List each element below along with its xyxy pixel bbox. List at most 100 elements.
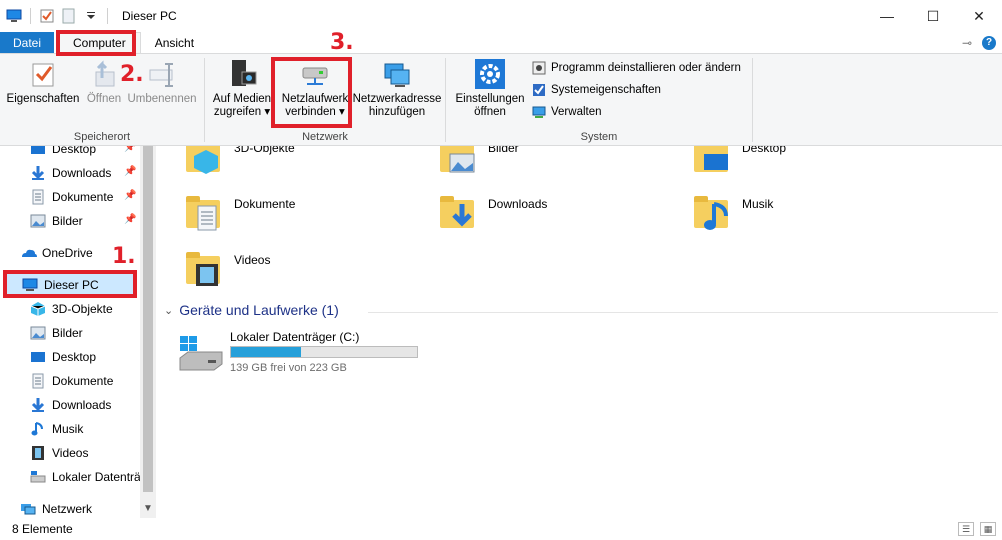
pictures-folder-icon (438, 146, 478, 176)
system-small-commands: Programm deinstallieren oder ändern Syst… (532, 60, 741, 120)
ribbon: Eigenschaften Öffnen Umbenennen Speicher… (0, 54, 1002, 146)
local-disk-icon (178, 334, 224, 374)
nav-quick-pictures[interactable]: Bilder 📌 (30, 210, 140, 232)
tab-view[interactable]: Ansicht (141, 32, 208, 53)
pin-icon[interactable]: 📌 (124, 214, 136, 225)
network-icon (20, 501, 36, 517)
nav-pc-documents[interactable]: Dokumente (30, 370, 140, 392)
nav-label: Desktop (52, 146, 97, 156)
open-button[interactable]: Öffnen (84, 58, 124, 106)
minimize-button[interactable]: — (864, 0, 910, 32)
nav-pc-downloads[interactable]: Downloads (30, 394, 140, 416)
details-view-icon[interactable]: ☰ (958, 522, 974, 536)
system-properties-label: Systemeigenschaften (551, 84, 661, 96)
open-settings-button[interactable]: Einstellungen öffnen (452, 58, 528, 119)
chevron-down-icon[interactable]: ⌄ (164, 304, 173, 317)
group-location: Eigenschaften Öffnen Umbenennen Speicher… (0, 54, 204, 146)
nav-pc-local-disk[interactable]: Lokaler Datenträ (30, 466, 140, 488)
documents-folder-icon (184, 192, 224, 232)
pin-icon[interactable]: 📌 (124, 190, 136, 201)
folder-label: Desktop (742, 146, 787, 155)
computer-icon[interactable] (6, 8, 22, 24)
customize-dropdown-icon[interactable] (83, 8, 99, 24)
uninstall-program-button[interactable]: Programm deinstallieren oder ändern (532, 60, 741, 76)
nav-scrollbar[interactable]: ▼ (140, 146, 156, 518)
network-location-icon (381, 58, 413, 90)
divider (752, 58, 753, 142)
help-icon[interactable]: ? (982, 35, 996, 50)
properties-button[interactable]: Eigenschaften (6, 58, 80, 106)
new-folder-icon[interactable] (61, 8, 77, 24)
drive-free-space: 139 GB frei von 223 GB (230, 362, 347, 374)
folder-tile[interactable]: Downloads (438, 188, 678, 236)
drive-name: Lokaler Datenträger (C:) (230, 330, 360, 344)
highlight-map-network-drive (271, 57, 352, 128)
media-access-label-line1: Auf Medien (212, 93, 272, 105)
folder-tile[interactable]: Bilder (438, 146, 678, 180)
nav-label: Downloads (52, 398, 112, 412)
open-settings-label-line2: öffnen (474, 106, 506, 118)
folder-tile[interactable]: Dokumente (184, 188, 424, 236)
pin-icon[interactable]: 📌 (124, 146, 136, 153)
folder-tile[interactable]: Musik (692, 188, 932, 236)
3d-objects-icon (30, 301, 46, 317)
3d-objects-folder-icon (184, 146, 224, 176)
properties-icon (27, 58, 59, 90)
quick-access-toolbar (0, 0, 116, 32)
step-1-marker: 1. (112, 244, 136, 269)
divider (107, 8, 108, 24)
downloads-folder-icon (438, 192, 478, 232)
folder-tile[interactable]: Videos (184, 244, 424, 292)
devices-section-header[interactable]: ⌄ Geräte und Laufwerke (1) (164, 302, 339, 318)
properties-checkmark-icon[interactable] (39, 8, 55, 24)
nav-pc-desktop[interactable]: Desktop (30, 346, 140, 368)
highlight-this-pc (3, 270, 137, 298)
nav-label: Dokumente (52, 190, 114, 204)
tab-file[interactable]: Datei (0, 32, 55, 53)
close-button[interactable]: ✕ (956, 0, 1002, 32)
maximize-button[interactable]: ☐ (910, 0, 956, 32)
add-network-location-label-line2: hinzufügen (368, 106, 426, 118)
pin-icon[interactable]: 📌 (124, 166, 136, 177)
properties-label: Eigenschaften (6, 93, 80, 105)
media-server-icon (226, 58, 258, 90)
music-folder-icon (692, 192, 732, 232)
nav-pc-music[interactable]: Musik (30, 418, 140, 440)
large-icons-view-icon[interactable]: ▦ (980, 522, 996, 536)
step-3-marker: 3. (330, 30, 354, 55)
nav-pc-videos[interactable]: Videos (30, 442, 140, 464)
media-access-button[interactable]: Auf Medien zugreifen ▾ (211, 58, 273, 119)
nav-pc-pictures[interactable]: Bilder (30, 322, 140, 344)
devices-section-title: Geräte und Laufwerke (1) (179, 302, 339, 318)
nav-quick-desktop[interactable]: Desktop 📌 (30, 146, 140, 160)
group-system: Einstellungen öffnen Programm deinstalli… (446, 54, 752, 146)
nav-label: Musik (52, 422, 84, 436)
nav-pc-3d-objects[interactable]: 3D-Objekte (30, 298, 140, 320)
nav-network[interactable]: Netzwerk (20, 498, 140, 518)
nav-label: Desktop (52, 350, 97, 364)
nav-label: Downloads (52, 166, 112, 180)
manage-button[interactable]: Verwalten (532, 104, 741, 120)
folder-tile[interactable]: 3D-Objekte (184, 146, 424, 180)
folder-tile[interactable]: Desktop (692, 146, 932, 180)
onedrive-cloud-icon (20, 245, 37, 261)
videos-folder-icon (184, 248, 224, 288)
add-network-location-label-line1: Netzwerkadresse (352, 93, 442, 105)
nav-quick-documents[interactable]: Dokumente 📌 (30, 186, 140, 208)
group-network-label: Netzwerk (302, 131, 348, 143)
drive-tile[interactable]: Lokaler Datenträger (C:) 139 GB frei von… (178, 328, 478, 378)
highlight-computer-tab (56, 30, 136, 56)
folder-label: Bilder (488, 146, 519, 155)
rename-label: Umbenennen (127, 93, 197, 105)
nav-quick-downloads[interactable]: Downloads 📌 (30, 162, 140, 184)
uninstall-icon (532, 61, 546, 75)
folder-label: Videos (234, 253, 271, 267)
system-properties-button[interactable]: Systemeigenschaften (532, 82, 741, 98)
scroll-down-arrow-icon[interactable]: ▼ (143, 503, 153, 514)
nav-scroll-thumb[interactable] (143, 146, 153, 492)
pin-ribbon-icon[interactable]: ⊸ (962, 36, 972, 50)
media-access-label-line2: zugreifen ▾ (213, 106, 271, 118)
local-disk-icon (30, 469, 46, 485)
add-network-location-button[interactable]: Netzwerkadresse hinzufügen (352, 58, 442, 119)
music-note-icon (30, 421, 46, 437)
